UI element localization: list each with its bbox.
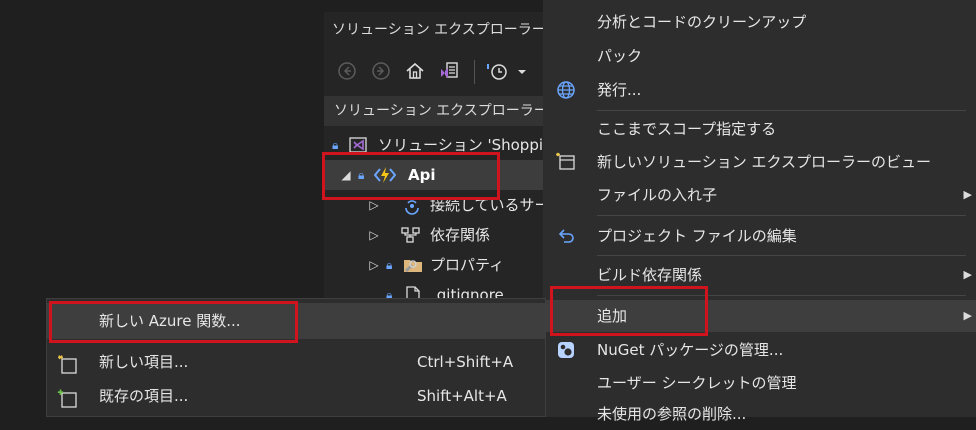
lock-icon: 🔒︎ — [358, 168, 365, 182]
tree-item-properties[interactable]: ▷ 🔒︎ プロパティ — [324, 250, 546, 280]
back-arrow-icon[interactable] — [336, 60, 358, 82]
menu-item-scope-to-this[interactable]: ここまでスコープ指定する — [543, 113, 976, 145]
submenu-item-label: 既存の項目... — [99, 387, 189, 405]
pending-changes-filter-icon[interactable] — [484, 60, 530, 82]
tree-item-label: 依存関係 — [430, 226, 491, 244]
submenu-arrow-icon: ▶ — [963, 309, 972, 322]
keyboard-shortcut: Ctrl+Shift+A — [417, 353, 514, 371]
submenu-item-label: 新しい Azure 関数... — [99, 312, 241, 330]
menu-item-publish[interactable]: 発行... — [543, 74, 976, 106]
menu-item-build-dependencies[interactable]: ビルド依存関係 ▶ — [543, 259, 976, 291]
menu-item-label: ビルド依存関係 — [597, 266, 703, 284]
menu-separator — [597, 295, 966, 296]
menu-item-label: ユーザー シークレットの管理 — [597, 374, 797, 392]
collapsed-caret-icon[interactable]: ▷ — [368, 220, 380, 250]
tree-item-label: ソリューション 'Shopping — [378, 136, 546, 154]
solution-explorer-panel: ソリューション エクスプローラー⁘ ソリューション エクスプローラーの 🔒︎ ソ… — [324, 12, 546, 312]
menu-item-pack[interactable]: パック — [543, 40, 976, 72]
tree-item-solution[interactable]: 🔒︎ ソリューション 'Shopping — [324, 130, 546, 160]
add-submenu: 新しい Azure 関数... 新しい項目... Ctrl+Shift+A 既存… — [46, 298, 546, 417]
menu-item-manage-nuget[interactable]: NuGet パッケージの管理... — [543, 334, 976, 366]
tree-item-connected-services[interactable]: ▷ 接続しているサービス — [324, 190, 546, 220]
switch-views-icon[interactable] — [438, 60, 460, 82]
search-input-placeholder: ソリューション エクスプローラーの — [334, 103, 546, 119]
home-icon[interactable] — [404, 60, 426, 82]
existing-item-icon — [57, 386, 79, 408]
dependencies-icon — [400, 225, 420, 245]
tree-item-dependencies[interactable]: ▷ 依存関係 — [324, 220, 546, 250]
submenu-item-new-azure-function[interactable]: 新しい Azure 関数... — [47, 303, 545, 339]
solution-explorer-toolbar — [324, 52, 546, 90]
menu-item-label: NuGet パッケージの管理... — [597, 341, 784, 359]
new-item-icon — [57, 352, 79, 374]
solution-explorer-title-text: ソリューション エクスプローラー — [332, 22, 546, 38]
forward-arrow-icon[interactable] — [370, 60, 392, 82]
nuget-icon — [555, 340, 577, 360]
solution-explorer-search[interactable]: ソリューション エクスプローラーの — [324, 96, 546, 126]
menu-item-label: 発行... — [597, 81, 642, 99]
menu-separator — [597, 110, 966, 111]
menu-item-label: ファイルの入れ子 — [597, 186, 718, 204]
connected-services-icon — [402, 195, 422, 215]
submenu-item-new-item[interactable]: 新しい項目... Ctrl+Shift+A — [47, 344, 545, 380]
keyboard-shortcut: Shift+Alt+A — [417, 387, 507, 405]
project-context-menu: 分析とコードのクリーンアップ パック 発行... ここまでスコープ指定する 新し… — [543, 0, 976, 423]
menu-item-file-nesting[interactable]: ファイルの入れ子 ▶ — [543, 179, 976, 211]
menu-item-label: 分析とコードのクリーンアップ — [597, 13, 807, 31]
lock-icon: 🔒︎ — [332, 138, 339, 152]
lock-icon: 🔒︎ — [386, 258, 393, 272]
submenu-item-existing-item[interactable]: 既存の項目... Shift+Alt+A — [47, 378, 545, 414]
submenu-arrow-icon: ▶ — [963, 188, 972, 201]
menu-item-edit-project-file[interactable]: プロジェクト ファイルの編集 — [543, 220, 976, 252]
menu-item-label: 未使用の参照の削除... — [597, 405, 747, 423]
properties-folder-icon — [402, 255, 422, 275]
submenu-arrow-icon: ▶ — [963, 268, 972, 281]
menu-item-new-solution-explorer-view[interactable]: 新しいソリューション エクスプローラーのビュー — [543, 146, 976, 178]
menu-item-label: 新しいソリューション エクスプローラーのビュー — [597, 153, 932, 171]
menu-item-manage-user-secrets[interactable]: ユーザー シークレットの管理 — [543, 367, 976, 399]
menu-item-add[interactable]: 追加 ▶ — [543, 300, 976, 332]
menu-item-analyze-cleanup[interactable]: 分析とコードのクリーンアップ — [543, 6, 976, 38]
undo-arrow-icon — [555, 226, 577, 246]
solution-explorer-title: ソリューション エクスプローラー⁘ — [324, 12, 546, 48]
tree-item-api-project[interactable]: ◢ 🔒︎ Api — [324, 160, 546, 190]
tree-item-label: プロパティ — [430, 256, 505, 274]
menu-item-label: プロジェクト ファイルの編集 — [597, 227, 797, 245]
collapsed-caret-icon[interactable]: ▷ — [368, 250, 380, 280]
submenu-item-label: 新しい項目... — [99, 353, 189, 371]
solution-icon — [348, 135, 368, 155]
menu-item-label: ここまでスコープ指定する — [597, 120, 777, 138]
collapsed-caret-icon[interactable]: ▷ — [368, 190, 380, 220]
menu-item-label: パック — [597, 47, 643, 65]
azure-functions-project-icon — [373, 165, 397, 185]
new-view-icon — [555, 152, 577, 172]
tree-item-label: Api — [408, 166, 436, 184]
toolbar-separator — [474, 60, 475, 84]
tree-item-label: 接続しているサービス — [430, 196, 546, 214]
menu-item-label: 追加 — [597, 307, 628, 325]
menu-separator — [597, 255, 966, 256]
menu-separator — [597, 215, 966, 216]
globe-icon — [555, 80, 577, 100]
expanded-caret-icon[interactable]: ◢ — [340, 160, 352, 190]
menu-item-remove-unused-references[interactable]: 未使用の参照の削除... — [543, 398, 976, 430]
